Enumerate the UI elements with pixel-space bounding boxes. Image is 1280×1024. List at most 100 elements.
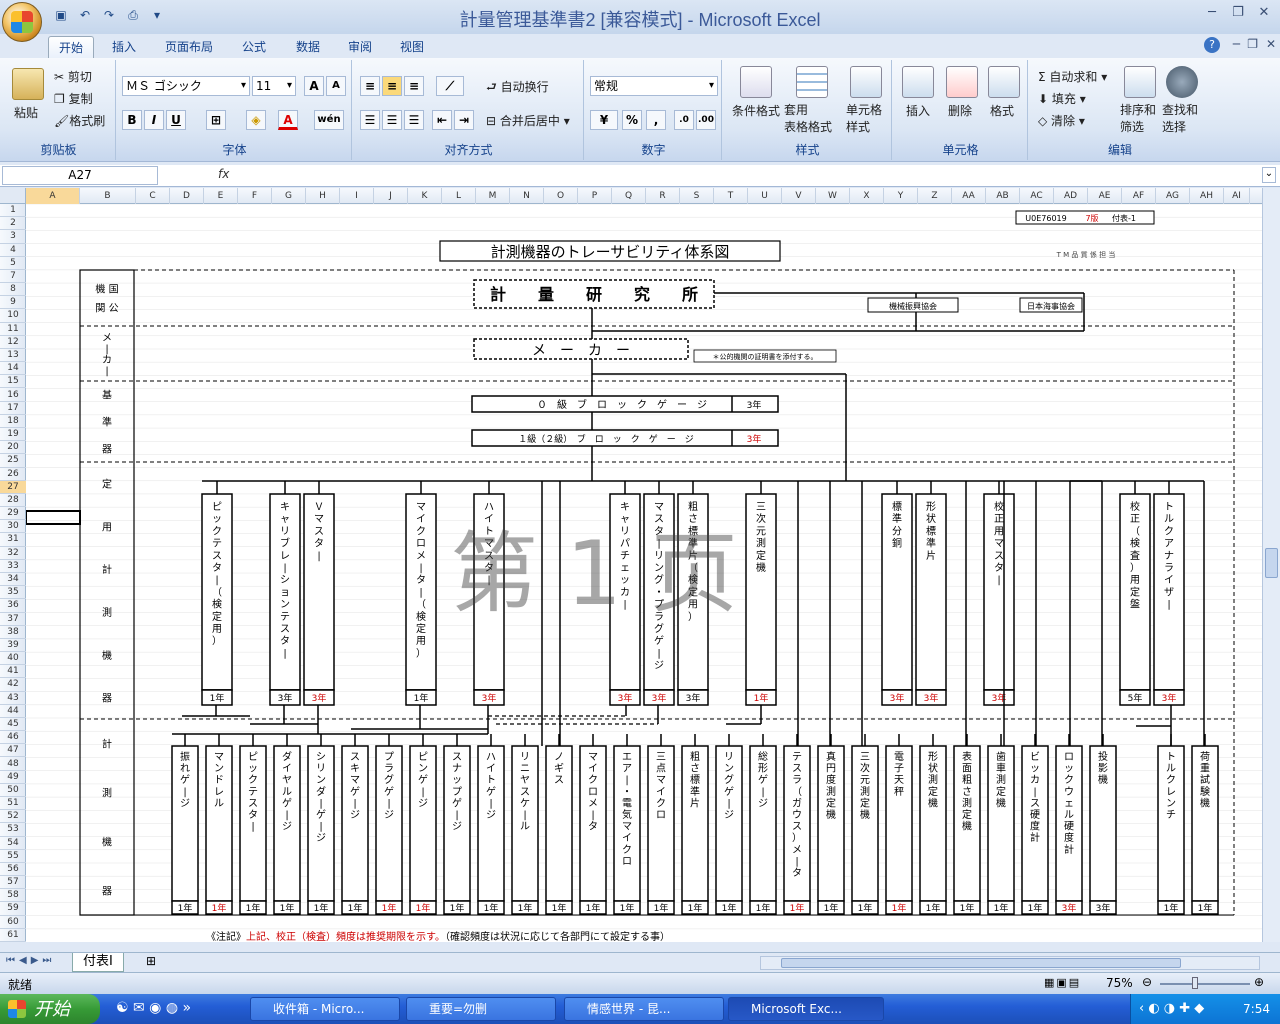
name-box[interactable]: A27 — [2, 166, 158, 185]
row-header[interactable]: 12 — [0, 336, 26, 349]
column-header[interactable]: W — [816, 188, 850, 204]
merge-center-button[interactable]: ⊟ 合并后居中 ▾ — [486, 112, 570, 129]
zoom-level[interactable]: 75% — [1106, 976, 1133, 990]
percent-icon[interactable]: % — [622, 110, 642, 130]
paste-button[interactable]: 粘贴 — [14, 104, 38, 121]
paste-icon[interactable] — [12, 68, 44, 100]
row-header[interactable]: 59 — [0, 902, 26, 916]
tray-icons[interactable]: ‹ ◐ ◑ ✚ ◆ — [1139, 994, 1204, 1024]
column-header[interactable]: U — [748, 188, 782, 204]
clear-button[interactable]: ◇ 清除 ▾ — [1038, 112, 1085, 129]
row-header[interactable]: 54 — [0, 837, 26, 850]
row-header[interactable]: 31 — [0, 533, 26, 547]
column-header[interactable]: I — [340, 188, 374, 204]
insert-cells-icon[interactable] — [902, 66, 934, 98]
column-header[interactable]: AA — [952, 188, 986, 204]
row-header[interactable]: 41 — [0, 665, 26, 679]
underline-button[interactable]: U — [166, 110, 186, 130]
font-size-combo[interactable]: 11 — [252, 76, 296, 96]
row-header[interactable]: 44 — [0, 705, 26, 718]
sheet-tab-appendix1[interactable]: 付表Ⅰ — [72, 953, 124, 972]
horizontal-scrollbar[interactable] — [760, 956, 1260, 970]
task-excel[interactable]: Microsoft Exc... — [728, 997, 884, 1021]
column-header[interactable]: L — [442, 188, 476, 204]
insert-cells-button[interactable]: 插入 — [906, 102, 930, 119]
row-header[interactable]: 11 — [0, 323, 26, 336]
column-header[interactable]: V — [782, 188, 816, 204]
horizontal-scroll-thumb[interactable] — [781, 958, 1181, 968]
vertical-scrollbar[interactable] — [1262, 188, 1280, 942]
row-header[interactable]: 2 — [0, 217, 26, 231]
delete-cells-icon[interactable] — [946, 66, 978, 98]
column-header[interactable]: P — [578, 188, 612, 204]
comma-icon[interactable]: , — [646, 110, 666, 130]
tab-page-layout[interactable]: 页面布局 — [158, 36, 220, 58]
column-header[interactable]: AH — [1190, 188, 1224, 204]
row-header[interactable]: 20 — [0, 441, 26, 455]
cell-styles-button[interactable]: 单元格 样式 — [846, 102, 882, 136]
row-header[interactable]: 26 — [0, 468, 26, 481]
cell-styles-icon[interactable] — [850, 66, 882, 98]
decrease-decimal-icon[interactable]: .00 — [696, 110, 716, 130]
bold-button[interactable]: B — [122, 110, 142, 130]
column-header[interactable]: Q — [612, 188, 646, 204]
align-middle-icon[interactable]: ≡ — [382, 76, 402, 96]
row-header[interactable]: 27 — [0, 480, 26, 494]
tab-home[interactable]: 开始 — [48, 36, 94, 58]
row-header[interactable]: 18 — [0, 415, 26, 429]
task-emotion-world[interactable]: 情感世界 - 昆... — [564, 997, 724, 1021]
orientation-icon[interactable]: ⟋ — [436, 76, 464, 96]
column-header[interactable]: D — [170, 188, 204, 204]
tab-data[interactable]: 数据 — [286, 36, 330, 58]
row-header[interactable]: 19 — [0, 428, 26, 442]
currency-icon[interactable]: ¥ — [590, 110, 618, 130]
row-header[interactable]: 9 — [0, 296, 26, 310]
grow-font-button[interactable]: A — [304, 76, 324, 96]
row-header[interactable]: 4 — [0, 244, 26, 257]
wrap-text-button[interactable]: ⮐ 自动换行 — [486, 78, 549, 99]
autosum-button[interactable]: Σ 自动求和 ▾ — [1038, 68, 1107, 85]
row-header[interactable]: 8 — [0, 283, 26, 297]
column-header[interactable]: AB — [986, 188, 1020, 204]
shrink-font-button[interactable]: A — [326, 76, 346, 96]
tab-review[interactable]: 审阅 — [340, 36, 380, 58]
font-name-combo[interactable]: ＭＳ ゴシック — [122, 76, 250, 96]
sheet-nav-icons[interactable]: ⏮◀▶⏭ — [6, 955, 55, 966]
view-buttons-icons[interactable]: ▦▣▤ — [1044, 976, 1081, 989]
fill-button[interactable]: ⬇ 填充 ▾ — [1038, 90, 1086, 107]
row-header[interactable]: 51 — [0, 797, 26, 811]
zoom-out-icon[interactable]: ⊖ — [1142, 975, 1152, 989]
column-header[interactable]: Y — [884, 188, 918, 204]
sort-filter-button[interactable]: 排序和 筛选 — [1120, 102, 1156, 136]
column-header[interactable]: J — [374, 188, 408, 204]
row-header[interactable]: 34 — [0, 573, 26, 587]
row-header[interactable]: 48 — [0, 758, 26, 771]
insert-sheet-icon[interactable]: ⊞ — [146, 954, 156, 968]
restore-icon[interactable]: ❐ — [1226, 3, 1250, 23]
row-header[interactable]: 60 — [0, 916, 26, 929]
row-header[interactable]: 32 — [0, 547, 26, 560]
row-header[interactable]: 61 — [0, 929, 26, 942]
column-header[interactable]: M — [476, 188, 510, 204]
binoculars-icon[interactable] — [1166, 66, 1198, 98]
column-header[interactable]: AE — [1088, 188, 1122, 204]
format-cells-button[interactable]: 格式 — [990, 102, 1014, 119]
zoom-slider[interactable] — [1160, 983, 1250, 985]
format-painter-button[interactable]: 🖌格式刷 — [54, 112, 105, 129]
find-select-button[interactable]: 查找和 选择 — [1162, 102, 1198, 136]
phonetic-icon[interactable]: wén — [314, 110, 344, 130]
row-header[interactable]: 56 — [0, 863, 26, 877]
row-header[interactable]: 52 — [0, 810, 26, 824]
row-header[interactable]: 37 — [0, 613, 26, 626]
column-header[interactable]: Z — [918, 188, 952, 204]
column-header[interactable]: R — [646, 188, 680, 204]
close-icon[interactable]: ✕ — [1252, 3, 1276, 23]
number-format-combo[interactable]: 常规 — [590, 76, 718, 96]
tab-formulas[interactable]: 公式 — [232, 36, 276, 58]
delete-cells-button[interactable]: 删除 — [948, 102, 972, 119]
row-header[interactable]: 13 — [0, 349, 26, 363]
task-inbox[interactable]: 收件箱 - Micro... — [250, 997, 400, 1021]
office-button[interactable] — [2, 2, 42, 42]
formula-input[interactable] — [240, 166, 1260, 185]
column-header[interactable]: X — [850, 188, 884, 204]
